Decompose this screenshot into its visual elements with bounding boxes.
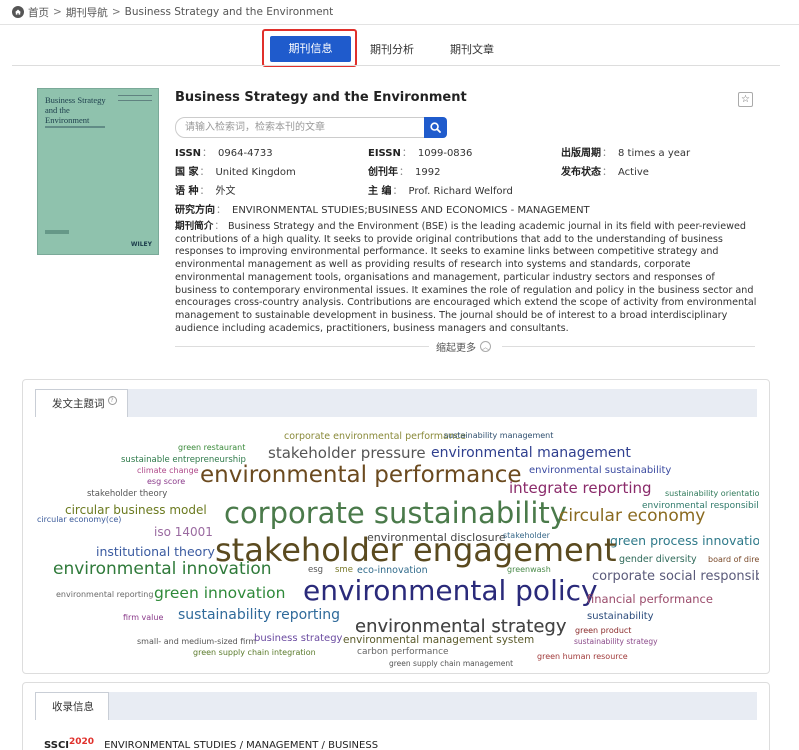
country-field: 国 家： United Kingdom (175, 167, 296, 178)
divider (175, 346, 429, 347)
topic-wordcloud-panel: 发文主题词 ? corporate environmental performa… (22, 379, 770, 674)
topic-word[interactable]: greenwash (507, 566, 551, 574)
topic-word[interactable]: climate change (137, 467, 199, 475)
topic-word[interactable]: green supply chain integration (193, 649, 316, 657)
divider (502, 346, 755, 347)
topic-word[interactable]: sustainability strategy (574, 638, 658, 646)
tab-topic-words[interactable]: 发文主题词 ? (35, 389, 128, 417)
topic-word[interactable]: esg score (147, 478, 185, 486)
chevron-up-icon: ︿ (480, 341, 491, 352)
collapse-button[interactable]: 缩起更多 ︿ (436, 339, 491, 354)
collapse-row: 缩起更多 ︿ (175, 338, 755, 354)
topic-word[interactable]: environmental management (431, 446, 631, 460)
topic-word[interactable]: financial performance (587, 593, 713, 606)
topic-word[interactable]: integrate reporting (509, 481, 652, 496)
topic-word[interactable]: green human resource (537, 653, 628, 661)
index-database: SSCI (44, 740, 70, 750)
favorite-button[interactable]: ☆ (738, 92, 753, 107)
panel-header: 发文主题词 ? (35, 389, 757, 417)
issn-field: ISSN： 0964-4733 (175, 148, 273, 159)
topic-word[interactable]: environmental performance (200, 464, 522, 487)
journal-search-input[interactable] (175, 117, 425, 138)
journal-title: Business Strategy and the Environment (175, 90, 467, 105)
topic-word[interactable]: environmental strategy (355, 618, 566, 636)
topic-word[interactable]: green innovation (154, 585, 286, 602)
cover-publisher: WILEY (130, 241, 152, 248)
collapse-label: 缩起更多 (436, 343, 476, 354)
journal-cover-image: Business Strategy and the Environment WI… (37, 88, 159, 255)
wordcloud: corporate environmental performance susta… (37, 428, 759, 673)
founded-year-field: 创刊年： 1992 (368, 167, 441, 178)
topic-word[interactable]: gender diversity (619, 555, 697, 565)
divider (0, 24, 799, 25)
indexing-row: SSCI2020 ENVIRONMENTAL STUDIES / MANAGEME… (44, 737, 379, 750)
language-field: 语 种： 外文 (175, 186, 236, 197)
topic-word[interactable]: firm value (123, 614, 163, 622)
description-text: Business Strategy and the Environment (B… (175, 221, 757, 334)
topic-word[interactable]: environmental reporting (56, 591, 153, 599)
topic-word[interactable]: business strategy (254, 634, 342, 644)
editor-field: 主 编： Prof. Richard Welford (368, 186, 513, 197)
home-icon[interactable] (12, 6, 24, 18)
index-year: 2020 (69, 737, 95, 747)
topic-word[interactable]: green product (575, 627, 631, 635)
topic-word[interactable]: stakeholder theory (87, 490, 167, 499)
topic-word[interactable]: sustainability orientation (665, 490, 759, 498)
breadcrumb: 首页 > 期刊导航 > Business Strategy and the En… (12, 4, 333, 20)
eissn-field: EISSN： 1099-0836 (368, 148, 473, 159)
topic-word[interactable]: environmental innovation (53, 561, 272, 578)
cover-meta-lines (118, 95, 152, 101)
divider (12, 65, 780, 66)
breadcrumb-separator: > (111, 6, 121, 18)
cover-footer-line (45, 230, 69, 234)
tab-journal-info[interactable]: 期刊信息 (270, 36, 351, 62)
topic-word[interactable]: stakeholder pressure (268, 446, 426, 461)
search-icon (430, 122, 441, 133)
topic-word[interactable]: iso 14001 (154, 526, 213, 538)
topic-word[interactable]: sustainability (587, 612, 654, 622)
breadcrumb-home-link[interactable]: 首页 (28, 5, 49, 20)
star-icon: ☆ (741, 94, 750, 105)
topic-word[interactable]: environmental policy (303, 577, 598, 605)
topic-word[interactable]: circular economy (559, 508, 705, 525)
research-field: 研究方向： ENVIRONMENTAL STUDIES;BUSINESS AND … (175, 205, 590, 216)
topic-word[interactable]: carbon performance (357, 648, 449, 657)
tab-indexing-info[interactable]: 收录信息 (35, 692, 109, 720)
topic-word[interactable]: green restaurant (178, 444, 245, 452)
cover-title: Business Strategy and the Environment (45, 95, 106, 125)
journal-description: 期刊简介： Business Strategy and the Environme… (175, 221, 757, 334)
breadcrumb-nav-link[interactable]: 期刊导航 (66, 5, 108, 20)
breadcrumb-current: Business Strategy and the Environment (124, 6, 334, 18)
topic-word[interactable]: corporate sustainability (224, 499, 567, 528)
publication-period-field: 出版周期： 8 times a year (561, 148, 691, 159)
tab-journal-analysis[interactable]: 期刊分析 (360, 37, 424, 63)
panel-header: 收录信息 (35, 692, 757, 720)
publish-status-field: 发布状态： Active (561, 167, 649, 178)
topic-word[interactable]: board of directo (708, 556, 759, 564)
search-button[interactable] (424, 117, 447, 138)
topic-word[interactable]: small- and medium-sized firm (137, 638, 256, 646)
tab-topic-words-label: 发文主题词 (52, 397, 105, 410)
topic-word[interactable]: sustainability management (444, 432, 553, 440)
topic-word[interactable]: corporate environmental performance (284, 432, 466, 442)
topic-word[interactable]: corporate social responsibility (592, 570, 759, 583)
topic-word[interactable]: institutional theory (96, 545, 215, 559)
help-icon[interactable]: ? (107, 396, 117, 405)
breadcrumb-separator: > (53, 6, 62, 18)
topic-word[interactable]: stakeholder engagement (215, 534, 617, 566)
topic-word[interactable]: circular economy(ce) (37, 516, 121, 524)
index-categories: ENVIRONMENTAL STUDIES / MANAGEMENT / BUS… (104, 740, 379, 750)
topic-word[interactable]: sustainability reporting (178, 608, 340, 622)
cover-subtitle-line (45, 126, 105, 128)
topic-word[interactable]: environmental sustainability (529, 466, 671, 476)
topic-word[interactable]: green process innovation (610, 534, 759, 548)
tab-journal-articles[interactable]: 期刊文章 (440, 37, 504, 63)
topic-word[interactable]: green supply chain management (389, 660, 513, 668)
